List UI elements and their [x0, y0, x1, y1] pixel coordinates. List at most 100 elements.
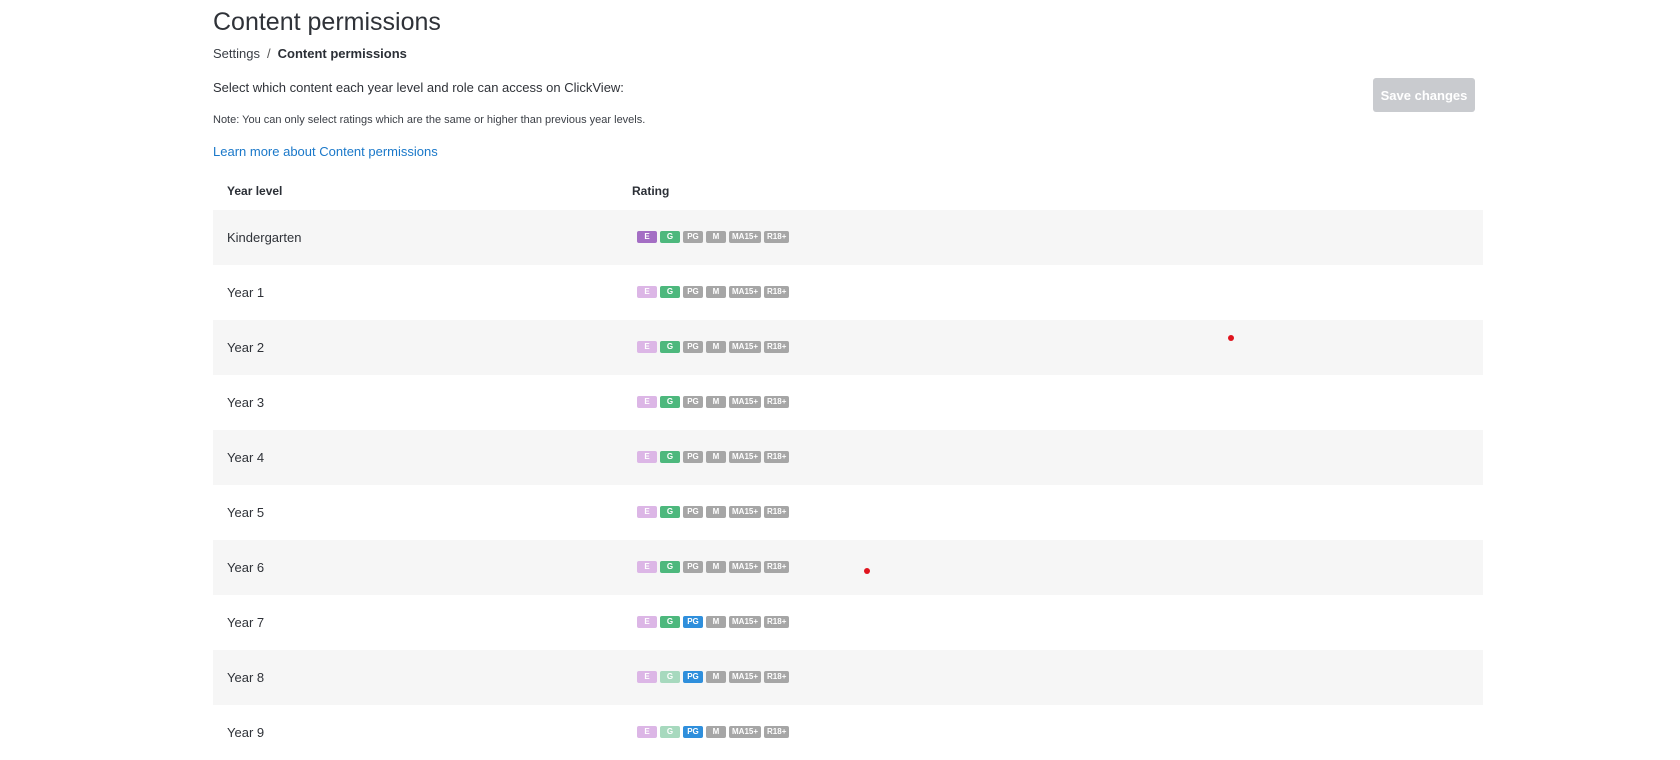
rating-group: E G PG M MA15+ R18+ [637, 726, 790, 738]
rating-badge-pg[interactable]: PG [683, 451, 703, 463]
breadcrumb-separator: / [266, 46, 271, 61]
rating-badge-ma15[interactable]: MA15+ [729, 726, 762, 738]
table-row: Year 2 E G PG M MA15+ R18+ [213, 320, 1483, 375]
rating-badge-m[interactable]: M [706, 616, 726, 628]
table-row: Year 9 E G PG M MA15+ R18+ [213, 705, 1483, 760]
rating-badge-r18[interactable]: R18+ [764, 671, 790, 683]
rating-badge-e[interactable]: E [637, 506, 657, 518]
rating-badge-e[interactable]: E [637, 616, 657, 628]
rating-badge-ma15[interactable]: MA15+ [729, 286, 762, 298]
page-title: Content permissions [213, 8, 441, 36]
year-level-label: Year 1 [227, 285, 265, 300]
rating-badge-m[interactable]: M [706, 561, 726, 573]
rating-badge-m[interactable]: M [706, 451, 726, 463]
table-row: Year 5 E G PG M MA15+ R18+ [213, 485, 1483, 540]
table-row: Kindergarten E G PG M MA15+ R18+ [213, 210, 1483, 265]
rating-badge-pg[interactable]: PG [683, 396, 703, 408]
year-level-label: Year 4 [227, 450, 265, 465]
rating-badge-pg[interactable]: PG [683, 561, 703, 573]
year-level-label: Year 7 [227, 615, 265, 630]
breadcrumb-current: Content permissions [277, 46, 407, 61]
rating-badge-g[interactable]: G [660, 671, 680, 683]
year-level-header: Year level [227, 184, 283, 198]
year-level-label: Year 2 [227, 340, 265, 355]
rating-group: E G PG M MA15+ R18+ [637, 671, 790, 683]
table-row: Year 4 E G PG M MA15+ R18+ [213, 430, 1483, 485]
year-level-label: Year 3 [227, 395, 265, 410]
table-row: Year 1 E G PG M MA15+ R18+ [213, 265, 1483, 320]
rating-header: Rating [632, 184, 670, 198]
rating-badge-ma15[interactable]: MA15+ [729, 231, 762, 243]
rating-badge-g[interactable]: G [660, 506, 680, 518]
table-row: Year 8 E G PG M MA15+ R18+ [213, 650, 1483, 705]
rating-badge-e[interactable]: E [637, 451, 657, 463]
rating-badge-g[interactable]: G [660, 616, 680, 628]
table-row: Year 6 E G PG M MA15+ R18+ [213, 540, 1483, 595]
rating-badge-g[interactable]: G [660, 286, 680, 298]
cursor-marker [864, 568, 870, 574]
rating-group: E G PG M MA15+ R18+ [637, 616, 790, 628]
rating-badge-g[interactable]: G [660, 341, 680, 353]
rating-badge-r18[interactable]: R18+ [764, 616, 790, 628]
rating-badge-pg[interactable]: PG [683, 231, 703, 243]
rating-badge-ma15[interactable]: MA15+ [729, 561, 762, 573]
rating-badge-r18[interactable]: R18+ [764, 726, 790, 738]
rating-badge-r18[interactable]: R18+ [764, 561, 790, 573]
rating-group: E G PG M MA15+ R18+ [637, 506, 790, 518]
year-level-label: Kindergarten [227, 230, 302, 245]
rating-badge-g[interactable]: G [660, 231, 680, 243]
rating-badge-e[interactable]: E [637, 671, 657, 683]
breadcrumb: Settings / Content permissions [213, 46, 407, 61]
rating-badge-pg[interactable]: PG [683, 506, 703, 518]
rating-badge-m[interactable]: M [706, 671, 726, 683]
rating-badge-m[interactable]: M [706, 506, 726, 518]
breadcrumb-settings[interactable]: Settings [213, 46, 260, 61]
rating-badge-e[interactable]: E [637, 726, 657, 738]
cursor-marker [1228, 335, 1234, 341]
page-note: Note: You can only select ratings which … [213, 114, 646, 126]
rating-badge-e[interactable]: E [637, 561, 657, 573]
table-row: Year 3 E G PG M MA15+ R18+ [213, 375, 1483, 430]
rating-badge-r18[interactable]: R18+ [764, 231, 790, 243]
learn-more-link[interactable]: Learn more about Content permissions [213, 144, 438, 159]
rating-badge-ma15[interactable]: MA15+ [729, 616, 762, 628]
rating-badge-ma15[interactable]: MA15+ [729, 341, 762, 353]
rating-badge-pg[interactable]: PG [683, 286, 703, 298]
rating-badge-ma15[interactable]: MA15+ [729, 396, 762, 408]
year-level-label: Year 8 [227, 670, 265, 685]
rating-badge-ma15[interactable]: MA15+ [729, 506, 762, 518]
rating-group: E G PG M MA15+ R18+ [637, 231, 790, 243]
rating-badge-m[interactable]: M [706, 726, 726, 738]
rating-badge-r18[interactable]: R18+ [764, 396, 790, 408]
table-row: Year 7 E G PG M MA15+ R18+ [213, 595, 1483, 650]
rating-group: E G PG M MA15+ R18+ [637, 561, 790, 573]
rating-badge-ma15[interactable]: MA15+ [729, 451, 762, 463]
rating-badge-m[interactable]: M [706, 341, 726, 353]
rating-badge-m[interactable]: M [706, 286, 726, 298]
rating-badge-r18[interactable]: R18+ [764, 506, 790, 518]
rating-badge-pg[interactable]: PG [683, 616, 703, 628]
table-header: Year level Rating [213, 180, 1483, 204]
rating-badge-g[interactable]: G [660, 451, 680, 463]
rating-badge-r18[interactable]: R18+ [764, 451, 790, 463]
rating-badge-e[interactable]: E [637, 231, 657, 243]
save-changes-button[interactable]: Save changes [1373, 78, 1475, 112]
rating-badge-g[interactable]: G [660, 396, 680, 408]
rating-badge-pg[interactable]: PG [683, 726, 703, 738]
rating-badge-e[interactable]: E [637, 396, 657, 408]
rating-badge-e[interactable]: E [637, 341, 657, 353]
rating-badge-r18[interactable]: R18+ [764, 286, 790, 298]
rating-badge-m[interactable]: M [706, 231, 726, 243]
rating-badge-e[interactable]: E [637, 286, 657, 298]
page-description: Select which content each year level and… [213, 80, 624, 95]
rating-group: E G PG M MA15+ R18+ [637, 341, 790, 353]
rating-badge-m[interactable]: M [706, 396, 726, 408]
rating-badge-pg[interactable]: PG [683, 671, 703, 683]
rating-badge-ma15[interactable]: MA15+ [729, 671, 762, 683]
rating-badge-g[interactable]: G [660, 561, 680, 573]
year-level-label: Year 5 [227, 505, 265, 520]
permissions-table: Kindergarten E G PG M MA15+ R18+ Year 1 E G PG M MA1… [213, 210, 1483, 760]
rating-badge-g[interactable]: G [660, 726, 680, 738]
rating-badge-r18[interactable]: R18+ [764, 341, 790, 353]
rating-badge-pg[interactable]: PG [683, 341, 703, 353]
